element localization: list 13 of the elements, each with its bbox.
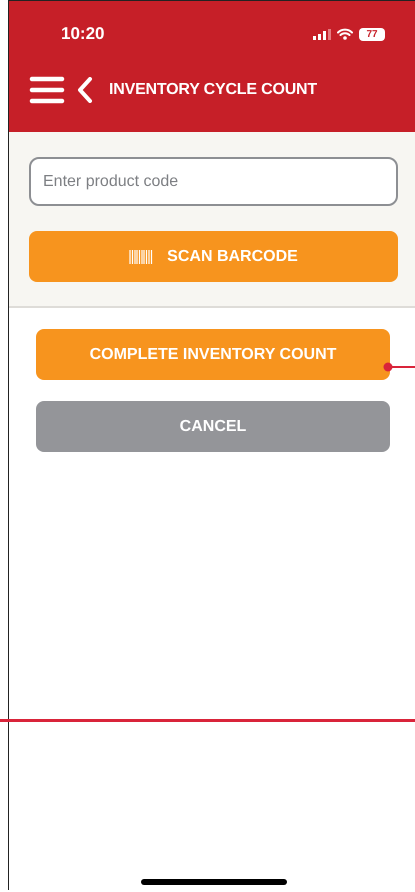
scan-barcode-button[interactable]: SCAN BARCODE xyxy=(29,231,398,282)
leader-line xyxy=(383,362,415,372)
complete-count-button[interactable]: COMPLETE INVENTORY COUNT xyxy=(36,329,390,380)
cancel-button[interactable]: CANCEL xyxy=(36,401,390,452)
barcode-icon xyxy=(129,250,154,264)
menu-icon[interactable] xyxy=(29,76,65,104)
back-icon[interactable] xyxy=(77,77,93,103)
battery-level: 77 xyxy=(359,28,385,40)
signal-icon xyxy=(313,28,331,40)
status-time: 10:20 xyxy=(61,24,104,44)
product-code-field[interactable]: Enter product code xyxy=(29,157,398,206)
wifi-icon xyxy=(337,28,353,40)
screen-title: INVENTORY CYCLE COUNT xyxy=(109,81,317,99)
